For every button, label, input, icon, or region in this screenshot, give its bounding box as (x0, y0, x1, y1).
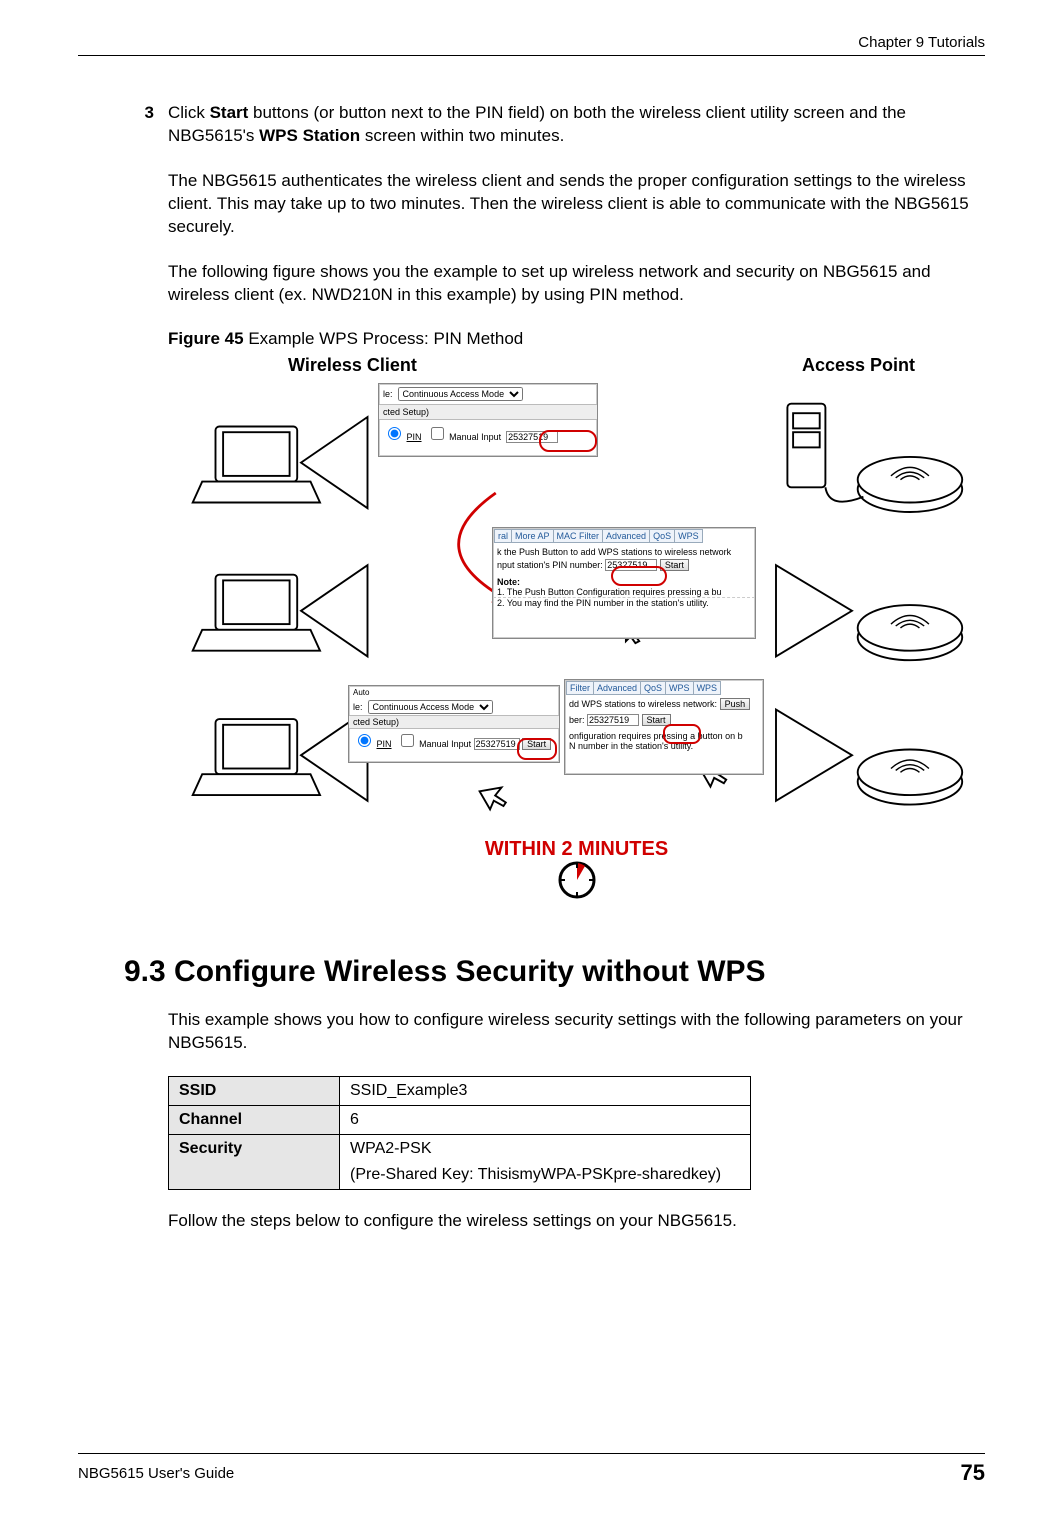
table-row: SSID SSID_Example3 (169, 1077, 751, 1106)
screenshot-ap-pin: ralMore APMAC FilterAdvancedQoSWPS k the… (492, 527, 756, 639)
page-number: 75 (961, 1460, 985, 1486)
screenshot-client-start: Auto le: Continuous Access Mode cted Set… (348, 685, 560, 763)
tab[interactable]: WPS (665, 681, 694, 695)
label-wireless-client: Wireless Client (288, 355, 417, 376)
step-text: Click Start buttons (or button next to t… (168, 102, 985, 148)
param-key: Security (169, 1135, 340, 1190)
tab[interactable]: More AP (511, 529, 554, 543)
pin-radio[interactable] (388, 427, 401, 440)
text: N number in the station's utility. (565, 741, 763, 751)
figure-number: Figure 45 (168, 329, 244, 348)
security-mode: WPA2-PSK (350, 1140, 740, 1158)
label-access-point: Access Point (802, 355, 915, 376)
tab[interactable]: WPS (693, 681, 722, 695)
manual-input-label: Manual Input (449, 432, 501, 442)
clock-icon (556, 859, 598, 901)
manual-input-label: Manual Input (419, 739, 471, 749)
page-footer: NBG5615 User's Guide 75 (78, 1453, 985, 1486)
param-key: SSID (169, 1077, 340, 1106)
table-row: Channel 6 (169, 1106, 751, 1135)
section-title: Configure Wireless Security without WPS (166, 955, 766, 988)
table-row: Security WPA2-PSK (Pre-Shared Key: Thisi… (169, 1135, 751, 1190)
tab[interactable]: Advanced (593, 681, 641, 695)
pin-value-field[interactable] (474, 738, 520, 750)
manual-input-checkbox[interactable] (401, 734, 414, 747)
figure-45: Wireless Client Access Point (168, 355, 985, 895)
param-value: WPA2-PSK (Pre-Shared Key: ThisismyWPA-PS… (340, 1135, 751, 1190)
step-3: 3 Click Start buttons (or button next to… (124, 102, 985, 148)
tab[interactable]: Advanced (602, 529, 650, 543)
screen-name-ref: WPS Station (259, 126, 360, 145)
text: dd WPS stations to wireless network: (569, 699, 717, 709)
figure-caption: Figure 45 Example WPS Process: PIN Metho… (168, 329, 985, 349)
param-value: SSID_Example3 (340, 1077, 751, 1106)
within-2-minutes-label: WITHIN 2 MINUTES (168, 838, 985, 861)
pin-label: PIN (407, 432, 422, 442)
auto-label: Auto (349, 686, 559, 699)
start-button[interactable]: Start (642, 714, 671, 726)
setup-label: cted Setup) (379, 404, 597, 420)
body-paragraph: This example shows you how to configure … (168, 1009, 985, 1055)
body-paragraph: The NBG5615 authenticates the wireless c… (168, 170, 985, 239)
pin-label: PIN (377, 739, 392, 749)
mode-select[interactable]: Continuous Access Mode (398, 387, 523, 401)
wireless-params-table: SSID SSID_Example3 Channel 6 Security WP… (168, 1076, 751, 1190)
highlight-circle (517, 738, 557, 760)
tab[interactable]: QoS (649, 529, 675, 543)
highlight-circle (663, 724, 701, 744)
text: 2. You may find the PIN number in the st… (493, 597, 755, 608)
pin-radio[interactable] (358, 734, 371, 747)
param-key: Channel (169, 1106, 340, 1135)
chapter-header: Chapter 9 Tutorials (78, 34, 985, 51)
tab[interactable]: Filter (566, 681, 594, 695)
manual-input-checkbox[interactable] (431, 427, 444, 440)
section-heading: 9.3 Configure Wireless Security without … (124, 955, 985, 989)
text: 1. The Push Button Configuration require… (493, 587, 755, 597)
text: k the Push Button to add WPS stations to… (493, 543, 755, 557)
section-number: 9.3 (124, 955, 166, 988)
text: screen within two minutes. (360, 126, 564, 145)
screenshot-client-pin: le: Continuous Access Mode cted Setup) P… (378, 383, 598, 457)
note-label: Note: (497, 577, 520, 587)
figure-title: Example WPS Process: PIN Method (244, 329, 524, 348)
highlight-circle (611, 566, 667, 586)
tab[interactable]: ral (494, 529, 512, 543)
mode-select[interactable]: Continuous Access Mode (368, 700, 493, 714)
tab[interactable]: QoS (640, 681, 666, 695)
param-value: 6 (340, 1106, 751, 1135)
push-button[interactable]: Push (720, 698, 751, 710)
button-label-ref: Start (210, 103, 249, 122)
tab[interactable]: MAC Filter (553, 529, 604, 543)
text: nput station's PIN number: (497, 560, 603, 570)
screenshot-ap-start: FilterAdvancedQoSWPSWPS dd WPS stations … (564, 679, 764, 775)
guide-title: NBG5615 User's Guide (78, 1465, 234, 1482)
header-rule (78, 55, 985, 56)
preshared-key: (Pre-Shared Key: ThisismyWPA-PSKpre-shar… (350, 1166, 740, 1184)
body-paragraph: The following figure shows you the examp… (168, 261, 985, 307)
setup-label: cted Setup) (349, 715, 559, 729)
highlight-circle (539, 430, 597, 452)
tab[interactable]: WPS (674, 529, 703, 543)
pin-number-field[interactable] (587, 714, 639, 726)
body-paragraph: Follow the steps below to configure the … (168, 1210, 985, 1233)
step-number: 3 (124, 102, 168, 148)
text: ber: (569, 715, 585, 725)
text: Click (168, 103, 210, 122)
